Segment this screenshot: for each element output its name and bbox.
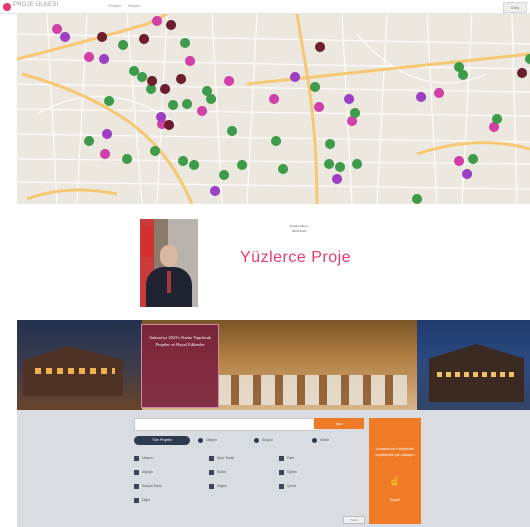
building-icon (134, 483, 139, 489)
tab-transport[interactable]: Ulaşım (198, 436, 217, 445)
tab-social[interactable]: Sosyal (254, 436, 273, 445)
tab-label: Ulaşım (206, 438, 217, 442)
search-button[interactable]: Ara (314, 418, 364, 429)
project-map[interactable] (17, 14, 530, 204)
category-item[interactable]: Altyapı (134, 468, 153, 476)
cta-text: Ankara'nın Projelerini keşfetmek için tı… (375, 446, 415, 457)
category-label: Çevre (287, 484, 297, 488)
logo-icon[interactable] (3, 3, 11, 11)
bus-icon (134, 455, 139, 461)
banner-caption-box[interactable]: Ankara'ya 2023'e Kadar Yapılacak Projele… (141, 324, 219, 408)
hand-pointer-icon: ☝ (389, 476, 401, 486)
tab-label: Sosyal (262, 438, 273, 442)
show-all-button[interactable]: Tümü (343, 516, 365, 524)
more-icon (134, 497, 139, 503)
pipe-icon (134, 469, 139, 475)
brand-name[interactable]: PROJE ÜLKESİ (13, 2, 58, 8)
dot-icon (198, 437, 203, 443)
banner-text: Ankara'ya 2023'e Kadar Yapılacak Projele… (148, 335, 212, 347)
stadium-icon (209, 455, 214, 461)
login-button[interactable]: Giriş (503, 2, 527, 13)
category-item[interactable]: Kültür (209, 468, 226, 476)
tab-culture[interactable]: Kültür (312, 436, 329, 445)
leaf-icon (279, 483, 284, 489)
category-label: Spor Tesisi (217, 456, 235, 460)
category-label: Sosyal Tesis (142, 484, 162, 488)
search-section: Ara Tüm Projeler Ulaşım Sosyal Kültür Ul… (17, 410, 530, 527)
category-label: Diğer (142, 498, 151, 502)
category-item[interactable]: Ulaşım (134, 454, 153, 462)
category-list: Ulaşım Spor Tesisi Park Altyapı Kültür E… (134, 454, 366, 514)
category-label: Eğitim (287, 470, 297, 474)
map-canvas[interactable] (17, 14, 530, 204)
dot-icon (254, 437, 259, 443)
profile-section: Ankara Mayor 2005-2023 Yüzlerce Proje (17, 205, 530, 320)
profile-caption: Ankara Mayor 2005-2023 (279, 224, 319, 234)
health-icon (209, 483, 214, 489)
tree-icon (279, 455, 284, 461)
cta-panel[interactable]: Ankara'nın Projelerini keşfetmek için tı… (369, 418, 421, 524)
category-label: Sağlık (217, 484, 227, 488)
mayor-photo (140, 219, 198, 307)
page: PROJE ÜLKESİ Projeler İletişim Giriş Ank… (0, 0, 530, 527)
theater-icon (209, 469, 214, 475)
dot-icon (312, 437, 317, 443)
cta-button[interactable]: Keşfet (377, 498, 413, 502)
top-header: PROJE ÜLKESİ Projeler İletişim Giriş (0, 0, 530, 14)
category-item[interactable]: Sağlık (209, 482, 227, 490)
category-label: Kültür (217, 470, 227, 474)
category-item[interactable]: Eğitim (279, 468, 297, 476)
category-label: Ulaşım (142, 456, 153, 460)
category-tabs: Tüm Projeler Ulaşım Sosyal Kültür (134, 436, 366, 445)
search-input[interactable] (134, 418, 320, 431)
headline: Yüzlerce Proje (240, 249, 352, 266)
category-item[interactable]: Çevre (279, 482, 296, 490)
category-label: Park (287, 456, 295, 460)
tab-label: Kültür (320, 438, 330, 442)
category-item[interactable]: Diğer (134, 496, 150, 504)
caption-line-2: 2005-2023 (291, 229, 307, 233)
nav-projects[interactable]: Projeler (108, 3, 122, 8)
category-item[interactable]: Sosyal Tesis (134, 482, 161, 490)
tab-all-projects[interactable]: Tüm Projeler (134, 436, 190, 445)
category-label: Altyapı (142, 470, 153, 474)
category-item[interactable]: Spor Tesisi (209, 454, 234, 462)
nav-contact[interactable]: İletişim (128, 3, 140, 8)
category-item[interactable]: Park (279, 454, 294, 462)
photo-banner[interactable]: Ankara'ya 2023'e Kadar Yapılacak Projele… (17, 320, 530, 410)
book-icon (279, 469, 284, 475)
